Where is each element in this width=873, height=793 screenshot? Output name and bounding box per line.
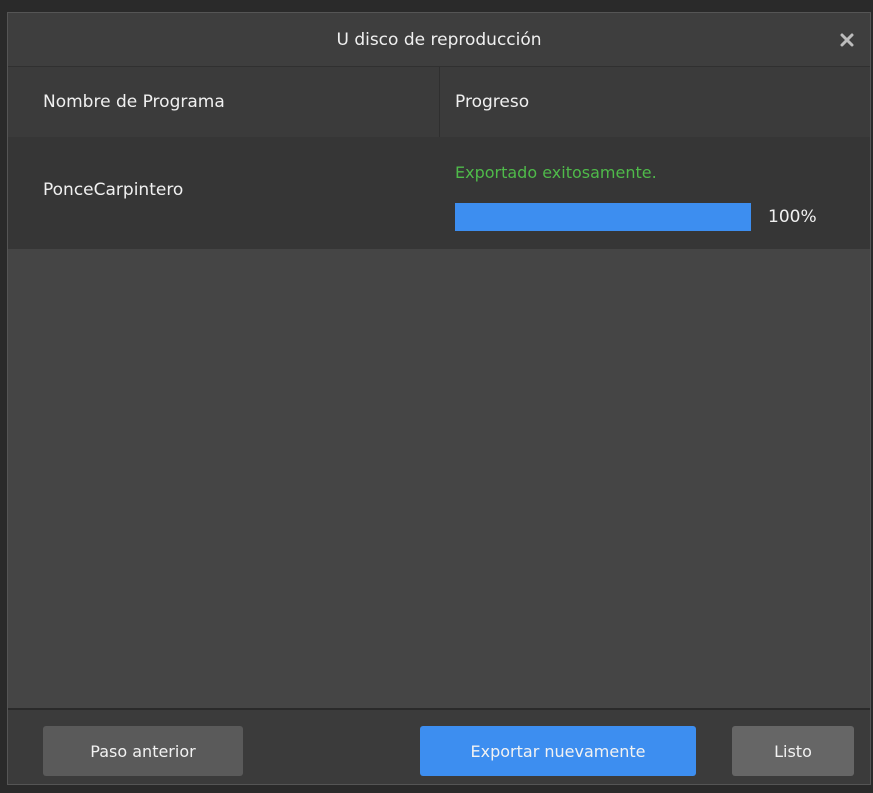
close-icon [840,33,854,47]
table-header: Nombre de Programa Progreso [8,67,870,137]
program-name-cell: PonceCarpintero [43,180,184,200]
close-button[interactable] [836,29,858,51]
progress-bar [455,203,751,231]
export-again-button[interactable]: Exportar nuevamente [420,726,696,776]
column-header-progress[interactable]: Progreso [440,67,870,137]
previous-step-button[interactable]: Paso anterior [43,726,243,776]
table-row[interactable]: PonceCarpintero Exportado exitosamente. … [8,137,870,249]
progress-bar-fill [455,203,751,231]
export-dialog: U disco de reproducción Nombre de Progra… [7,12,871,785]
export-status-text: Exportado exitosamente. [455,163,657,182]
dialog-title: U disco de reproducción [336,29,542,50]
progress-percent: 100% [768,207,817,227]
column-header-program-name[interactable]: Nombre de Programa [8,67,440,137]
progress-cell: Exportado exitosamente. 100% [440,137,870,249]
dialog-footer: Paso anterior Exportar nuevamente Listo [8,708,870,784]
done-button[interactable]: Listo [732,726,854,776]
dialog-titlebar: U disco de reproducción [8,13,870,67]
